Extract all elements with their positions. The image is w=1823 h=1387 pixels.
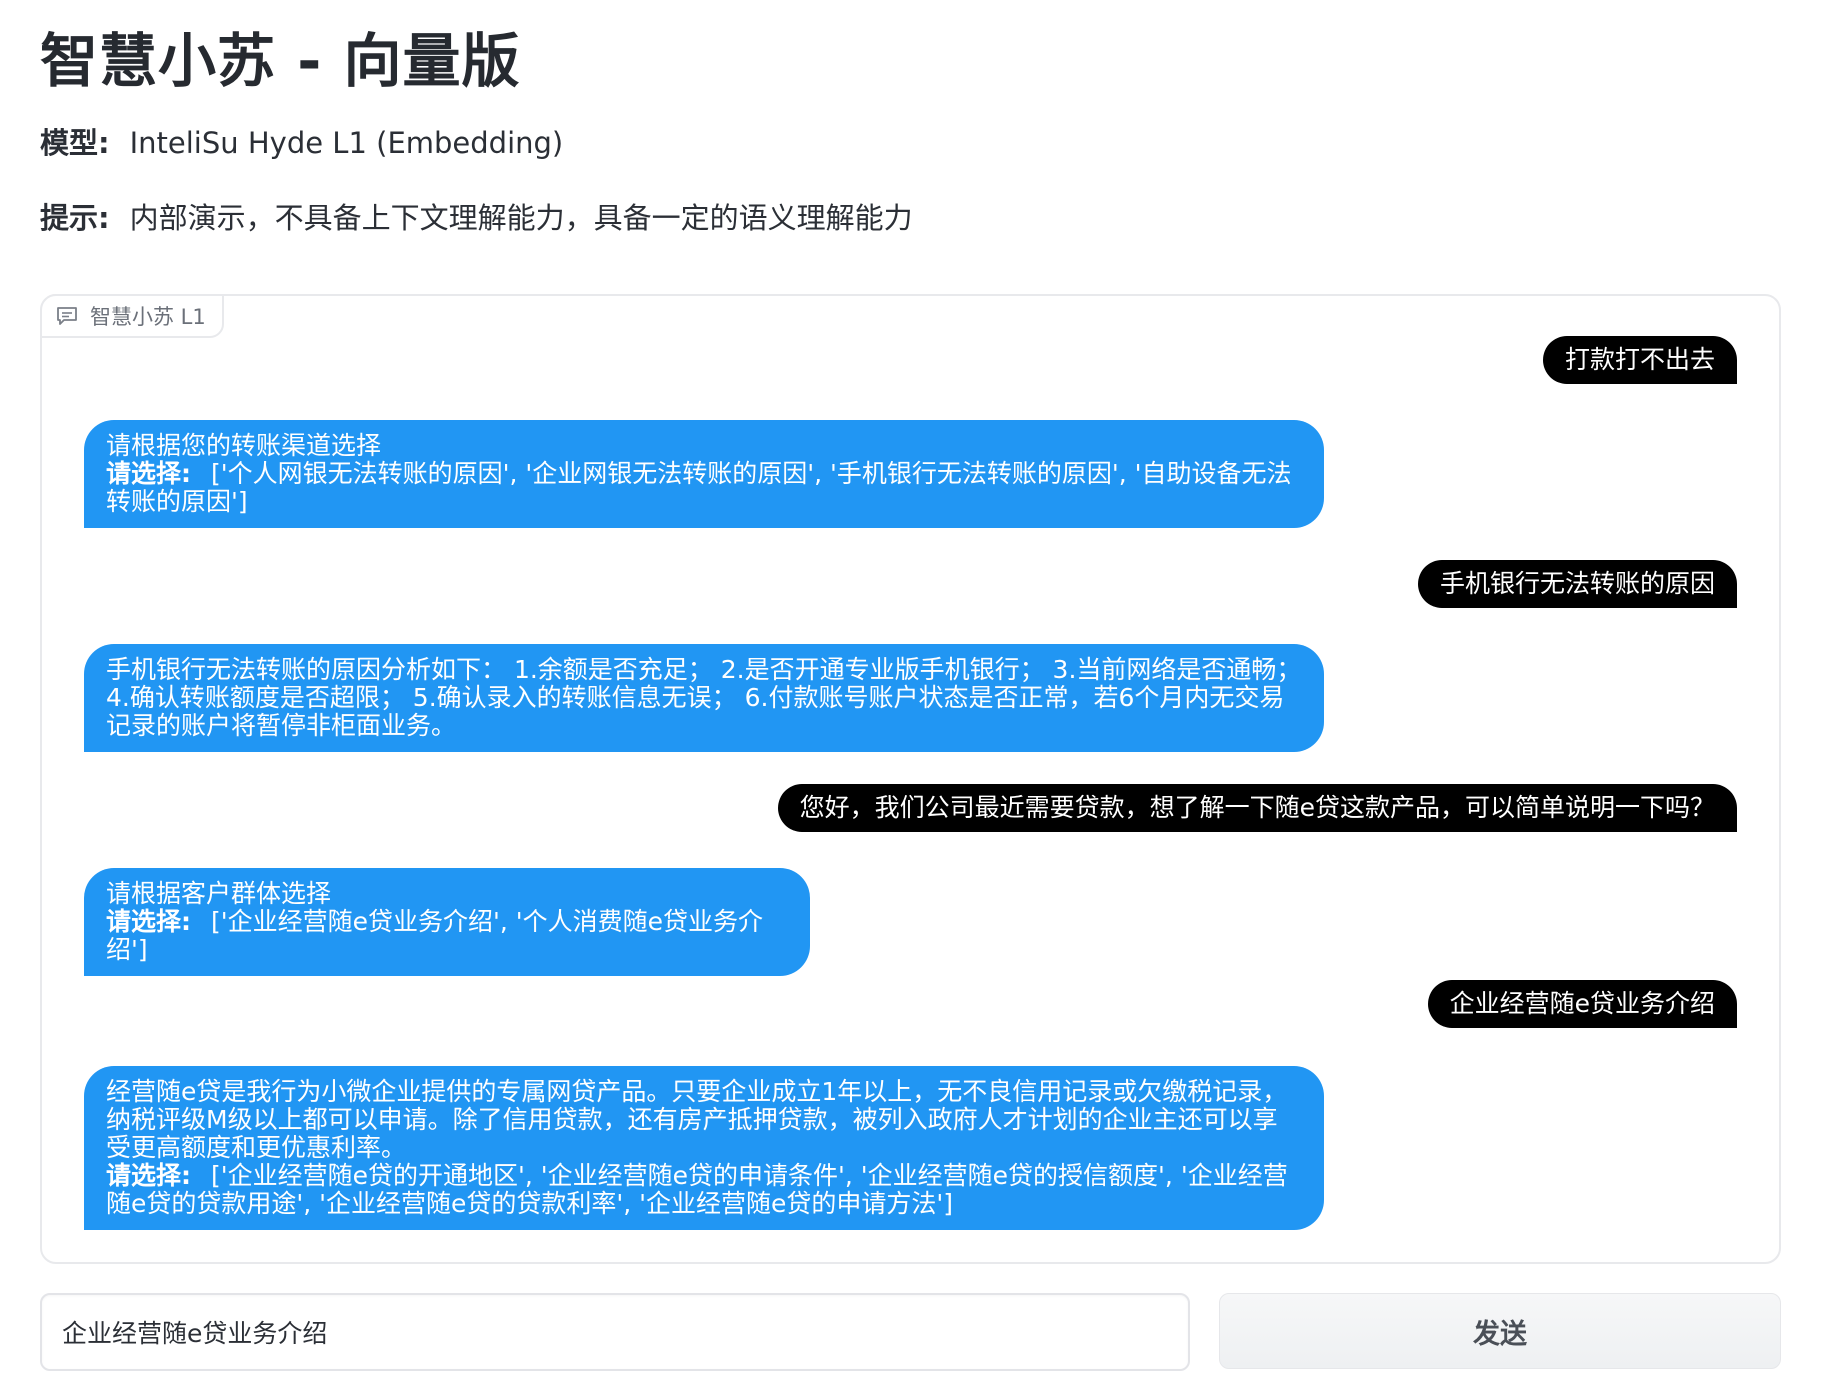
app-page: 智慧小苏 - 向量版 模型: InteliSu Hyde L1 (Embeddin…: [0, 0, 1823, 1387]
page-title: 智慧小苏 - 向量版: [40, 27, 521, 95]
chatbot-label-text: 智慧小苏 L1: [90, 305, 206, 329]
user-message: 您好，我们公司最近需要贷款，想了解一下随e贷这款产品，可以简单说明一下吗？: [777, 784, 1737, 832]
bot-message-text: 手机银行无法转账的原因分析如下： 1.余额是否充足； 2.是否开通专业版手机银行…: [106, 655, 1302, 740]
chatbot-label: 智慧小苏 L1: [40, 294, 224, 338]
bot-message: 请根据客户群体选择 请选择: ['企业经营随e贷业务介绍', '个人消费随e贷业务…: [84, 868, 810, 976]
model-value: InteliSu Hyde L1 (Embedding): [129, 126, 564, 160]
hint-key: 提示:: [40, 201, 110, 235]
user-message: 打款打不出去: [1542, 336, 1737, 384]
bot-message-text: 请根据您的转账渠道选择: [106, 431, 382, 460]
hint-info: 提示: 内部演示，不具备上下文理解能力，具备一定的语义理解能力: [40, 195, 913, 237]
model-info: 模型: InteliSu Hyde L1 (Embedding): [40, 120, 563, 162]
choose-label: 请选择:: [106, 459, 191, 488]
bot-message: 请根据您的转账渠道选择 请选择: ['个人网银无法转账的原因', '企业网银无法转…: [84, 420, 1324, 528]
user-message: 企业经营随e贷业务介绍: [1427, 980, 1737, 1028]
bot-options-line: 请选择: ['个人网银无法转账的原因', '企业网银无法转账的原因', '手机银行…: [106, 460, 1302, 516]
user-message-text: 企业经营随e贷业务介绍: [1449, 989, 1715, 1018]
user-message: 手机银行无法转账的原因: [1417, 560, 1737, 608]
send-button[interactable]: 发送: [1219, 1293, 1781, 1369]
chat-bubble-icon: [56, 306, 78, 326]
bot-options-line: 请选择: ['企业经营随e贷业务介绍', '个人消费随e贷业务介绍']: [106, 908, 788, 964]
bot-message-text: 请根据客户群体选择: [106, 879, 332, 908]
choose-label: 请选择:: [106, 1161, 191, 1190]
chat-window[interactable]: 智慧小苏 L1 打款打不出去 请根据您的转账渠道选择 请选择: ['个人网银无法转…: [40, 294, 1781, 1264]
choose-label: 请选择:: [106, 907, 191, 936]
message-input[interactable]: [42, 1295, 1188, 1369]
bot-options: ['个人网银无法转账的原因', '企业网银无法转账的原因', '手机银行无法转账…: [106, 459, 1292, 516]
bot-message: 经营随e贷是我行为小微企业提供的专属网贷产品。只要企业成立1年以上，无不良信用记…: [84, 1066, 1324, 1230]
model-key: 模型:: [40, 126, 110, 160]
bot-message-text: 经营随e贷是我行为小微企业提供的专属网贷产品。只要企业成立1年以上，无不良信用记…: [106, 1077, 1288, 1162]
bot-options: ['企业经营随e贷业务介绍', '个人消费随e贷业务介绍']: [106, 907, 764, 964]
user-message-text: 您好，我们公司最近需要贷款，想了解一下随e贷这款产品，可以简单说明一下吗？: [799, 793, 1715, 822]
bot-options-line: 请选择: ['企业经营随e贷的开通地区', '企业经营随e贷的申请条件', '企业…: [106, 1162, 1302, 1218]
user-message-text: 打款打不出去: [1564, 345, 1715, 374]
bot-options: ['企业经营随e贷的开通地区', '企业经营随e贷的申请条件', '企业经营随e…: [106, 1161, 1288, 1218]
bot-message: 手机银行无法转账的原因分析如下： 1.余额是否充足； 2.是否开通专业版手机银行…: [84, 644, 1324, 752]
message-input-wrapper: [40, 1293, 1190, 1371]
hint-value: 内部演示，不具备上下文理解能力，具备一定的语义理解能力: [129, 201, 913, 235]
user-message-text: 手机银行无法转账的原因: [1439, 569, 1715, 598]
